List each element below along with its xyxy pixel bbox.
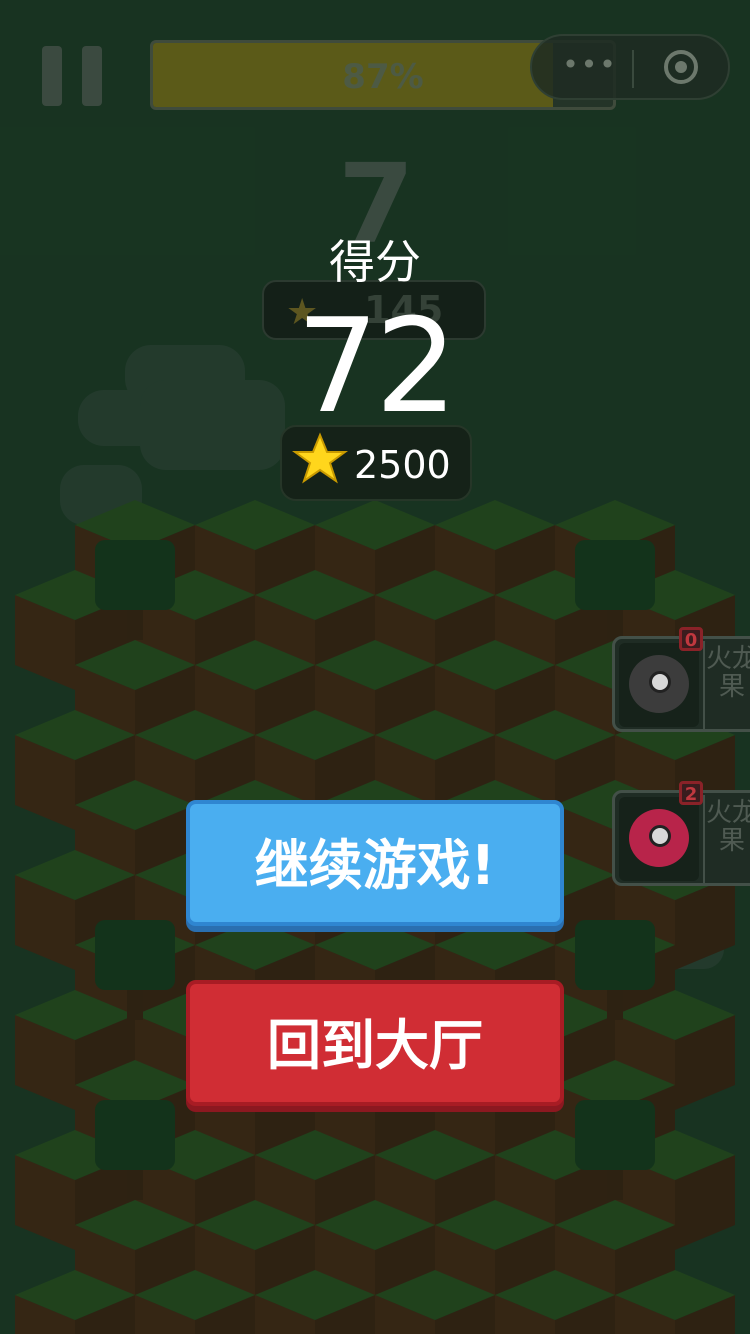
target-icon[interactable] — [664, 50, 698, 84]
back-to-lobby-button[interactable]: 回到大厅 — [186, 980, 564, 1106]
monster-eye — [649, 825, 671, 847]
more-dots-icon[interactable]: ••• — [562, 50, 618, 84]
monster-eye — [649, 671, 671, 693]
mini-program-capsule: ••• — [530, 34, 730, 100]
card-name: 火龙果 — [703, 795, 750, 883]
monster-image — [619, 797, 699, 881]
coins-value: 2500 — [354, 443, 451, 487]
monster-image — [619, 643, 699, 727]
continue-game-button[interactable]: 继续游戏! — [186, 800, 564, 926]
score-label: 得分 — [329, 235, 421, 289]
pause-button[interactable] — [42, 46, 104, 106]
coins-badge: 2500 — [280, 425, 472, 501]
card-name: 火龙果 — [703, 641, 750, 729]
capsule-divider — [632, 50, 634, 88]
count-badge: 0 — [679, 627, 703, 651]
count-badge: 2 — [679, 781, 703, 805]
side-card-1[interactable]: 0 火龙果 — [612, 627, 750, 732]
score-value: 72 — [296, 290, 457, 442]
side-card-2[interactable]: 2 火龙果 — [612, 781, 750, 886]
star-icon — [292, 432, 348, 484]
pause-bar-left — [42, 46, 62, 106]
pause-bar-right — [82, 46, 102, 106]
